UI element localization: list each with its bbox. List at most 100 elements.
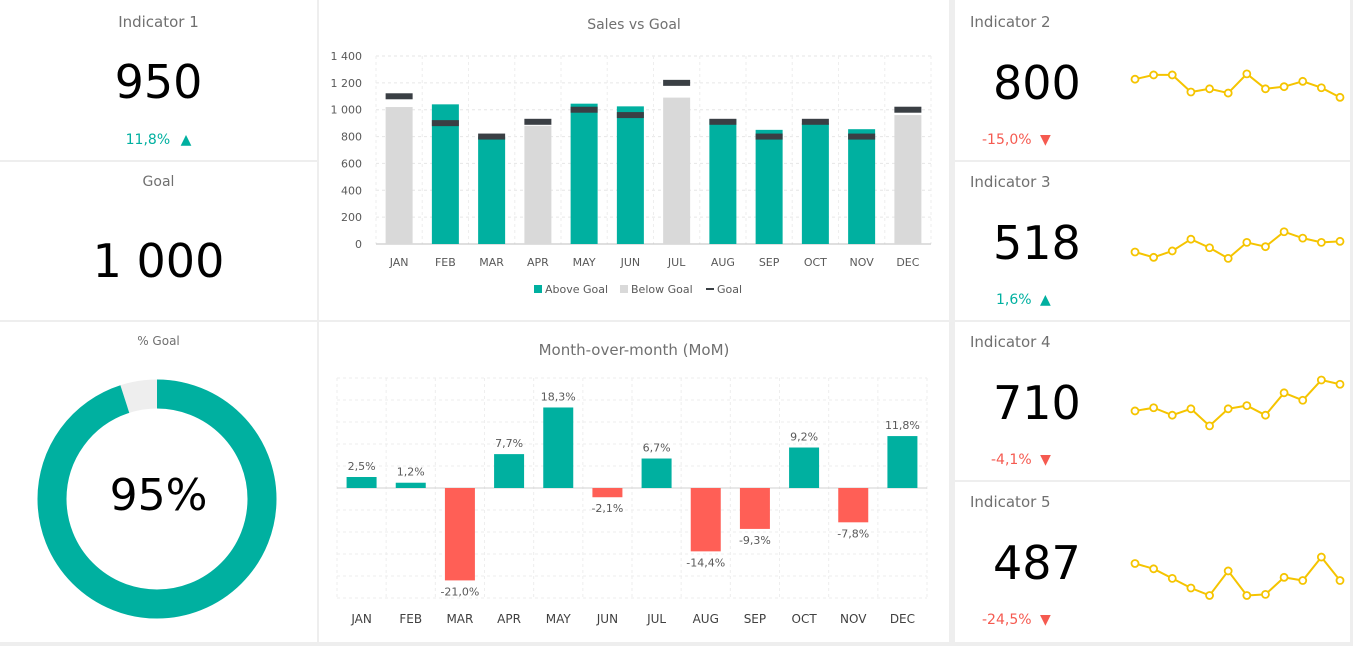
sparkline-point — [1223, 254, 1233, 263]
mom-x-tick-label: DEC — [890, 612, 915, 626]
mom-x-tick-label: MAY — [546, 612, 572, 626]
indicator2-value: 800 — [993, 56, 1081, 110]
sales-goal-marker — [801, 118, 829, 125]
sales-x-tick-label: FEB — [435, 256, 456, 269]
sparkline-point — [1261, 590, 1270, 599]
sparkline-point — [1261, 410, 1270, 420]
indicator3-change-text: 1,6% — [996, 292, 1032, 308]
mom-data-label: 9,2% — [790, 431, 818, 444]
goal-panel: Goal 1 000 — [0, 162, 317, 320]
sales-goal-marker — [848, 133, 876, 140]
indicator1-title: Indicator 1 — [118, 13, 199, 31]
sparkline-point — [1149, 70, 1159, 80]
mom-x-tick-label: JAN — [350, 612, 372, 626]
mom-bar — [838, 488, 869, 523]
sparkline-line — [1134, 378, 1341, 428]
sparkline-point — [1130, 406, 1140, 416]
mom-bar — [395, 482, 426, 488]
sales-x-tick-label: NOV — [850, 256, 875, 269]
indicator2-sparkline — [1130, 69, 1345, 102]
sales-goal-marker — [616, 112, 644, 119]
sales-x-tick-label: APR — [527, 256, 549, 269]
mom-bar — [444, 488, 475, 581]
indicator2-change: -15,0% ▼ — [982, 132, 1051, 148]
pct-goal-panel: % Goal 95% — [0, 322, 317, 642]
sparkline-point — [1223, 88, 1233, 98]
mom-data-label: 11,8% — [885, 419, 920, 432]
indicator3-sparkline — [1130, 227, 1345, 263]
indicator4-value: 710 — [993, 376, 1081, 430]
sparkline-point — [1261, 84, 1270, 94]
sparkline-point — [1167, 70, 1177, 80]
sparkline-point — [1186, 404, 1196, 414]
indicator1-change: 11,8% ▲ — [0, 132, 317, 148]
sparkline-point — [1298, 233, 1308, 243]
mom-x-tick-label: MAR — [446, 612, 473, 626]
sparkline-point — [1167, 246, 1177, 256]
mom-data-label: -2,1% — [591, 502, 623, 515]
sparkline-point — [1167, 410, 1177, 420]
sparkline-point — [1298, 76, 1308, 86]
sales-bar-above-goal — [755, 129, 783, 244]
sparkline-point — [1335, 576, 1345, 585]
sales-x-tick-label: DEC — [896, 256, 919, 269]
mom-x-tick-label: SEP — [744, 612, 766, 626]
sparkline-point — [1316, 83, 1326, 93]
sparkline-point — [1242, 401, 1252, 410]
sparkline-point — [1223, 404, 1233, 414]
sparkline-point — [1149, 252, 1159, 262]
mom-bar — [494, 454, 525, 488]
sparkline-point — [1316, 375, 1326, 385]
indicator2-title: Indicator 2 — [970, 13, 1051, 31]
legend-below-goal-label: Below Goal — [631, 283, 693, 296]
indicator5-value: 487 — [993, 536, 1081, 590]
indicator4-change-text: -4,1% — [991, 452, 1032, 468]
mom-data-label: -21,0% — [440, 585, 479, 598]
sparkline-point — [1298, 395, 1308, 405]
sales-bar-above-goal — [848, 129, 876, 244]
sales-bar-above-goal — [801, 123, 829, 244]
sales-bar-above-goal — [709, 119, 737, 244]
sales-vs-goal-panel: Sales vs Goal 0 200 400 600 800 1 000 1 200 1 4… — [319, 0, 949, 320]
indicator3-change: 1,6% ▲ — [996, 292, 1051, 308]
indicator3-panel: Indicator 3 518 1,6% ▲ — [955, 162, 1350, 320]
legend-goal-swatch — [706, 288, 714, 290]
sales-goal-marker — [755, 133, 783, 140]
mom-x-tick-label: OCT — [792, 612, 818, 626]
sales-bar-below-goal — [894, 115, 922, 244]
sparkline-point — [1261, 242, 1270, 252]
mom-bar — [887, 436, 918, 488]
indicator2-change-text: -15,0% — [982, 132, 1032, 148]
mom-chart: 2,5% JAN 1,2% FEB -21,0% MAR 7,7% APR 18,3% MAY -2… — [336, 377, 928, 626]
sales-goal-marker — [431, 120, 459, 127]
mom-x-tick-label: JUN — [596, 612, 618, 626]
sales-goal-marker — [570, 106, 598, 113]
sparkline-point — [1205, 421, 1214, 431]
sales-goal-marker — [894, 106, 922, 113]
sales-bar-above-goal — [478, 136, 506, 244]
sparkline-point — [1167, 574, 1177, 583]
sparkline-point — [1242, 591, 1252, 600]
sparkline-point — [1335, 92, 1345, 102]
sparkline-point — [1335, 236, 1345, 246]
indicator1-value: 950 — [114, 55, 203, 109]
mom-data-label: -14,4% — [686, 556, 725, 569]
sales-x-tick-label: JUN — [620, 256, 641, 269]
indicator5-change: -24,5% ▼ — [982, 612, 1051, 628]
sparkline-point — [1149, 564, 1159, 574]
sales-y-tick-label: 1 400 — [331, 50, 363, 63]
sparkline-point — [1335, 379, 1345, 389]
sales-bar-above-goal — [616, 106, 644, 244]
legend-goal-label: Goal — [717, 283, 742, 296]
sales-vs-goal-chart: 0 200 400 600 800 1 000 1 200 1 400 JAN FEB MAR APR… — [331, 50, 932, 296]
indicator4-panel: Indicator 4 710 -4,1% ▼ — [955, 322, 1350, 480]
sparkline-point — [1130, 559, 1140, 568]
sales-goal-marker — [709, 118, 737, 125]
sparkline-point — [1205, 243, 1214, 253]
sparkline-point — [1186, 234, 1196, 244]
sales-bar-below-goal — [385, 107, 413, 245]
sales-x-tick-label: JAN — [389, 256, 409, 269]
indicator3-title: Indicator 3 — [970, 173, 1051, 191]
sales-goal-marker — [663, 79, 691, 86]
sales-y-tick-label: 800 — [341, 131, 362, 144]
